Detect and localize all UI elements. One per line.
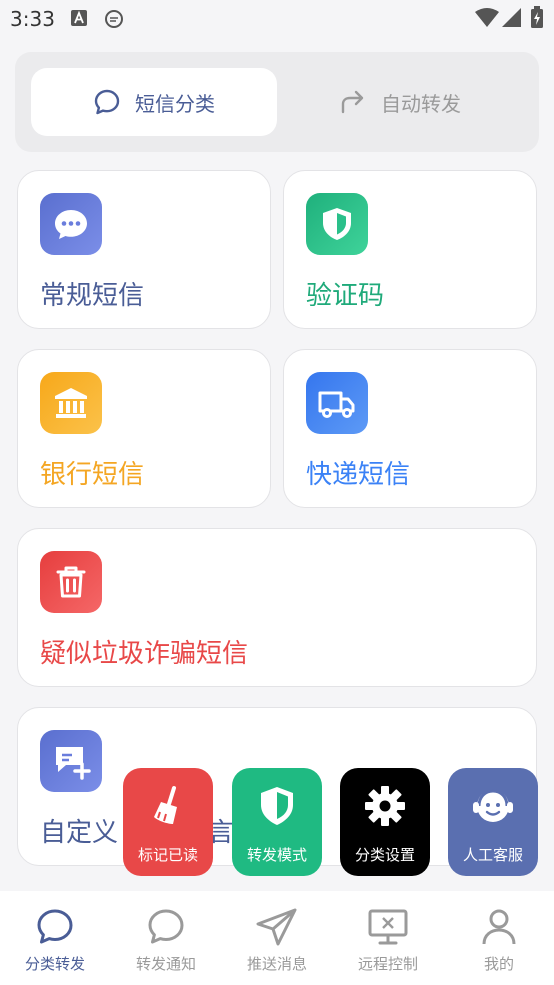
regular-sms-label: 常规短信 [40, 281, 145, 311]
regular-sms-icon [40, 193, 102, 255]
bottom-navigation: 分类转发 转发通知 推送消息 远程控制 我的 [0, 891, 554, 985]
mark-read-label: 标记已读 [137, 846, 198, 864]
custom-category-label: 自定义 [40, 818, 119, 848]
wifi-icon [475, 8, 499, 27]
chat-notification-icon [105, 10, 123, 28]
delivery-truck-icon [306, 372, 368, 434]
category-card-spam-fraud-sms[interactable]: 疑似垃圾诈骗短信 [17, 528, 537, 687]
trash-icon [40, 551, 102, 613]
tab-sms-category[interactable]: 短信分类 [31, 68, 277, 136]
person-icon [482, 909, 516, 945]
category-card-regular-sms[interactable]: 常规短信 [17, 170, 271, 329]
chat-bubble-icon [94, 89, 120, 115]
chat-bubble-icon [148, 909, 184, 944]
nav-label-profile: 我的 [483, 955, 514, 973]
chat-bubble-icon [37, 909, 73, 944]
bank-icon [40, 372, 102, 434]
gear-icon [365, 786, 405, 826]
customer-service-label: 人工客服 [462, 846, 523, 864]
nav-label-push-message: 推送消息 [246, 955, 307, 973]
customer-service-button[interactable]: 人工客服 [448, 768, 538, 876]
tab-sms-category-label: 短信分类 [135, 91, 215, 116]
status-time: 3:33 [10, 7, 55, 31]
shield-icon [261, 787, 293, 825]
headset-agent-icon [473, 789, 513, 822]
verification-code-label: 验证码 [306, 281, 385, 311]
spam-fraud-sms-label: 疑似垃圾诈骗短信 [40, 639, 249, 669]
bank-sms-label: 银行短信 [40, 460, 145, 490]
battery-charging-icon [531, 6, 543, 28]
category-settings-label: 分类设置 [354, 846, 415, 864]
category-card-express-sms[interactable]: 快递短信 [283, 349, 537, 508]
nav-item-profile[interactable]: 我的 [444, 891, 554, 985]
category-card-verification-code[interactable]: 验证码 [283, 170, 537, 329]
app-notification-icon [71, 10, 87, 26]
broom-icon [154, 786, 177, 824]
status-bar: 3:33 [0, 0, 554, 40]
tab-auto-forward-label: 自动转发 [381, 91, 461, 116]
nav-item-forward-notification[interactable]: 转发通知 [111, 891, 221, 985]
tab-auto-forward[interactable]: 自动转发 [277, 68, 523, 136]
nav-label-category-forward: 分类转发 [24, 955, 85, 973]
cellular-signal-icon [502, 8, 521, 27]
forward-mode-button[interactable]: 转发模式 [232, 768, 322, 876]
express-sms-label: 快递短信 [306, 460, 411, 490]
nav-item-push-message[interactable]: 推送消息 [222, 891, 332, 985]
nav-item-category-forward[interactable]: 分类转发 [0, 891, 110, 985]
paper-plane-icon [256, 908, 297, 946]
custom-category-icon [40, 730, 102, 792]
remote-monitor-icon [368, 909, 408, 945]
mark-read-button[interactable]: 标记已读 [123, 768, 213, 876]
nav-label-forward-notification: 转发通知 [135, 955, 196, 973]
shield-icon [306, 193, 368, 255]
category-settings-button[interactable]: 分类设置 [340, 768, 430, 876]
category-card-bank-sms[interactable]: 银行短信 [17, 349, 271, 508]
forward-arrow-icon [341, 90, 364, 114]
mode-segment-control: 短信分类 自动转发 [15, 52, 539, 152]
nav-item-remote-control[interactable]: 远程控制 [333, 891, 443, 985]
forward-mode-label: 转发模式 [246, 846, 307, 864]
nav-label-remote-control: 远程控制 [357, 955, 418, 973]
